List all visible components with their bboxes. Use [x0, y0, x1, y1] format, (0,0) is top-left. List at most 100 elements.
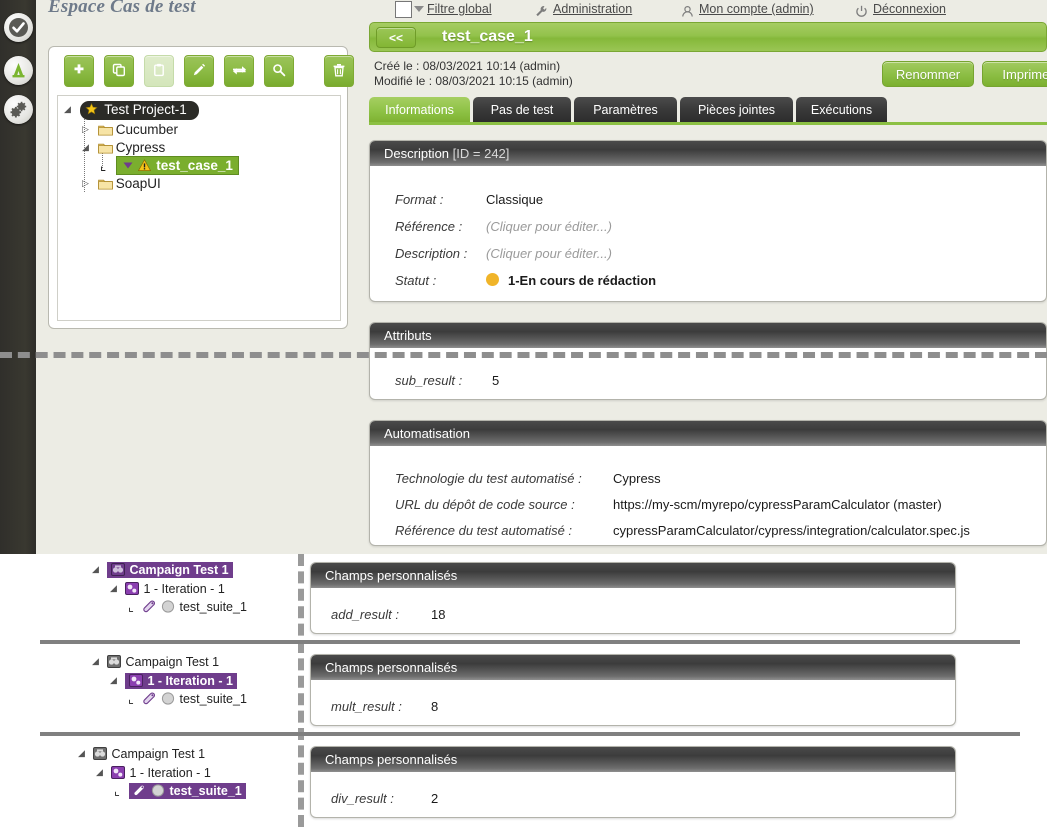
collapse-handle-icon[interactable]: ◢	[96, 763, 108, 782]
add-button[interactable]	[64, 55, 94, 87]
rename-button[interactable]: Renommer	[882, 61, 974, 87]
global-filter-checkbox[interactable]	[395, 1, 412, 18]
test-case-library-column: Espace Cas de test ◢ Test Project-1 ▷ Cu…	[36, 0, 361, 554]
copy-button[interactable]	[104, 55, 134, 87]
nav-administration-link[interactable]: Administration	[553, 2, 632, 16]
collapse-handle-icon[interactable]: ◢	[92, 560, 104, 579]
collapse-handle-icon[interactable]: ◢	[78, 744, 90, 763]
tree-node-project[interactable]: ◢ Test Project-1	[64, 100, 199, 120]
format-value[interactable]: Classique	[486, 192, 543, 207]
format-label: Format :	[395, 192, 444, 207]
plus-icon	[72, 63, 86, 80]
chevron-down-icon[interactable]	[414, 6, 424, 12]
suite-label: test_suite_1	[179, 692, 247, 706]
suite-node[interactable]: ⌞ test_suite_1	[128, 690, 247, 709]
nav-deconnexion-link[interactable]: Déconnexion	[873, 2, 946, 16]
iteration-label: 1 - Iteration - 1	[143, 582, 225, 596]
project-tree[interactable]: ◢ Test Project-1 ▷ Cucumber ◢ Cypress ⌞ …	[57, 95, 341, 321]
iteration-node[interactable]: ◢ 1 - Iteration - 1	[110, 579, 247, 598]
execution-status-icon	[161, 600, 175, 613]
edit-button[interactable]	[184, 55, 214, 87]
test-suite-icon	[143, 692, 157, 705]
statut-value[interactable]: 1-En cours de rédaction	[508, 273, 656, 288]
scm-url-value[interactable]: https://my-scm/myrepo/cypressParamCalcul…	[613, 497, 942, 512]
campaign-tree-1[interactable]: ◢ Campaign Test 1 ◢ 1 - Iteration - 1 ⌞	[92, 652, 247, 709]
tree-search-button[interactable]	[264, 55, 294, 87]
global-top-nav: Filtre global Administration Mon compte …	[361, 0, 1047, 21]
reference-value[interactable]: (Cliquer pour éditer...)	[486, 219, 612, 234]
print-button[interactable]: Imprimer	[982, 61, 1047, 87]
mult-result-value[interactable]: 8	[431, 699, 438, 714]
campaign-node[interactable]: ◢ Campaign Test 1	[92, 652, 247, 671]
rail-item-administration[interactable]	[4, 95, 33, 124]
tab-informations[interactable]: Informations	[369, 97, 470, 123]
expand-handle-icon[interactable]: ◢	[64, 100, 76, 118]
suite-node[interactable]: ⌞ test_suite_1	[128, 598, 247, 617]
tree-leaf-stub: ⌞	[128, 692, 134, 706]
back-button[interactable]: <<	[376, 27, 416, 48]
nav-filtre-global[interactable]: Filtre global	[427, 2, 492, 16]
group-separator-0	[40, 640, 1020, 644]
suite-label: test_suite_1	[169, 784, 242, 798]
add-result-value[interactable]: 18	[431, 607, 445, 622]
description-value[interactable]: (Cliquer pour éditer...)	[486, 246, 612, 261]
nav-filtre-global-link[interactable]: Filtre global	[427, 2, 492, 16]
campaign-tree-2[interactable]: ◢ Campaign Test 1 ◢ 1 - Iteration - 1 ⌞	[78, 744, 246, 801]
campaign-node[interactable]: ◢ Campaign Test 1	[78, 744, 246, 763]
rail-item-campaigns[interactable]	[4, 56, 33, 85]
tab-parametres[interactable]: Paramètres	[574, 97, 677, 123]
test-case-metadata: Créé le : 08/03/2021 10:14 (admin) Modif…	[374, 59, 573, 89]
test-ref-value[interactable]: cypressParamCalculator/cypress/integrati…	[613, 523, 970, 538]
tree-node-soapui[interactable]: ▷ SoapUI	[82, 174, 161, 192]
tree-node-cucumber[interactable]: ▷ Cucumber	[82, 120, 178, 138]
custom-fields-panel-title: Champs personnalisés	[325, 660, 458, 675]
automation-panel-header: Automatisation	[370, 421, 1046, 446]
tab-executions[interactable]: Exécutions	[796, 97, 887, 123]
techno-value[interactable]: Cypress	[613, 471, 661, 486]
description-panel-id: [ID = 242]	[452, 146, 510, 161]
test-case-detail-column: Filtre global Administration Mon compte …	[361, 0, 1047, 554]
iteration-node[interactable]: ◢ 1 - Iteration - 1	[110, 671, 247, 690]
folder-icon	[97, 177, 113, 190]
rail-item-test-cases[interactable]	[4, 13, 33, 42]
nav-administration[interactable]: Administration	[536, 2, 632, 17]
div-result-value[interactable]: 2	[431, 791, 438, 806]
description-panel-header: Description [ID = 242]	[370, 141, 1046, 166]
suite-node[interactable]: ⌞ test_suite_1	[114, 782, 246, 801]
move-button[interactable]	[224, 55, 254, 87]
tree-node-test-case-selected[interactable]: ⌞ test_case_1	[100, 156, 239, 175]
attributes-panel: Attributs sub_result : 5	[369, 322, 1047, 400]
delete-button[interactable]	[324, 55, 354, 87]
campaign-tree-0[interactable]: ◢ Campaign Test 1 ◢ 1 - Iteration - 1 ⌞	[92, 560, 247, 617]
campaign-icon	[111, 563, 126, 576]
reference-label: Référence :	[395, 219, 463, 234]
expand-handle-icon[interactable]: ▷	[82, 174, 94, 192]
iteration-label: 1 - Iteration - 1	[129, 766, 211, 780]
iteration-node[interactable]: ◢ 1 - Iteration - 1	[96, 763, 246, 782]
pencil-icon	[192, 63, 206, 80]
warning-icon	[137, 158, 157, 173]
collapse-handle-icon[interactable]: ◢	[110, 579, 122, 598]
expand-handle-icon[interactable]: ▷	[82, 120, 94, 138]
tree-leaf-stub: ⌞	[100, 158, 107, 173]
tree-node-cypress[interactable]: ◢ Cypress	[82, 138, 165, 156]
mult-result-label: mult_result :	[331, 699, 402, 714]
nav-mon-compte[interactable]: Mon compte (admin)	[682, 2, 814, 17]
sub-result-value[interactable]: 5	[492, 373, 499, 388]
tab-pieces-jointes[interactable]: Pièces jointes	[680, 97, 793, 123]
collapse-handle-icon[interactable]: ◢	[92, 652, 104, 671]
nav-mon-compte-link[interactable]: Mon compte (admin)	[699, 2, 814, 16]
gears-icon	[8, 99, 29, 120]
tree-toolbar	[57, 55, 354, 91]
campaign-group-2: ◢ Campaign Test 1 ◢ 1 - Iteration - 1 ⌞	[0, 738, 1047, 827]
campaign-node[interactable]: ◢ Campaign Test 1	[92, 560, 247, 579]
campaign-icon	[93, 747, 108, 760]
automation-panel-title: Automatisation	[384, 426, 470, 441]
collapse-handle-icon[interactable]: ◢	[110, 671, 122, 690]
collapse-handle-icon[interactable]: ◢	[82, 138, 94, 156]
page-title: Espace Cas de test	[48, 0, 196, 17]
nav-deconnexion[interactable]: Déconnexion	[856, 2, 946, 17]
iteration-icon	[125, 582, 140, 595]
created-label: Créé le :	[374, 59, 420, 73]
tab-pas-de-test[interactable]: Pas de test	[473, 97, 571, 123]
